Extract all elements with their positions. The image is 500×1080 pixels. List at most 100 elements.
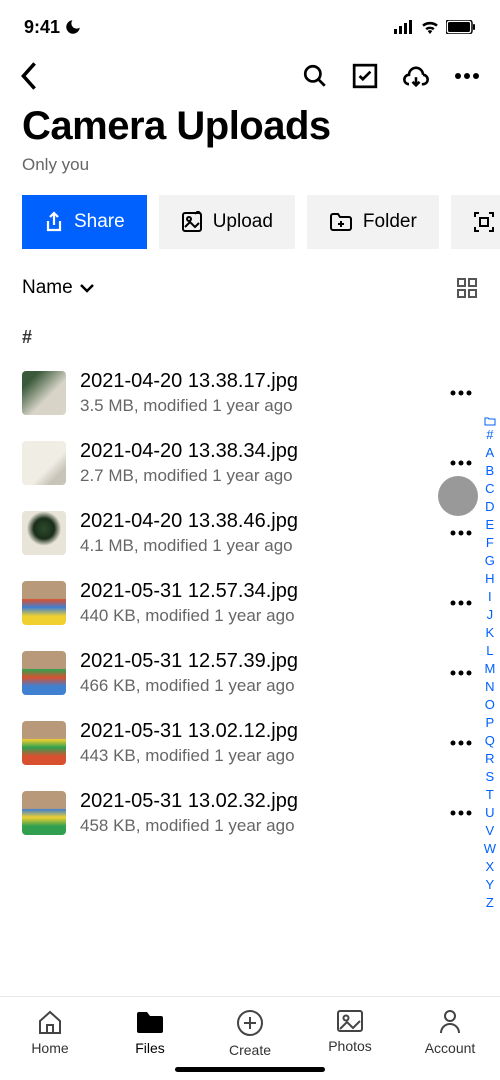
file-row[interactable]: 2021-04-20 13.38.46.jpg 4.1 MB, modified… [0, 498, 500, 568]
back-button[interactable] [20, 62, 38, 90]
view-toggle-button[interactable] [456, 277, 478, 299]
chevron-down-icon [79, 283, 95, 293]
download-button[interactable] [402, 63, 430, 89]
alpha-letter: L [486, 642, 493, 660]
file-meta: 3.5 MB, modified 1 year ago [80, 396, 430, 416]
file-row[interactable]: 2021-05-31 13.02.32.jpg 458 KB, modified… [0, 778, 500, 848]
alpha-letter: X [486, 858, 495, 876]
file-more-button[interactable] [444, 664, 478, 682]
file-row[interactable]: 2021-04-20 13.38.34.jpg 2.7 MB, modified… [0, 428, 500, 498]
dots-icon [450, 740, 472, 746]
select-button[interactable] [352, 63, 378, 89]
folder-mini-icon [484, 416, 496, 426]
file-row[interactable]: 2021-04-20 13.38.17.jpg 3.5 MB, modified… [0, 358, 500, 428]
more-button[interactable] [454, 72, 480, 80]
file-more-button[interactable] [444, 804, 478, 822]
file-meta: 443 KB, modified 1 year ago [80, 746, 430, 766]
alpha-letter: # [486, 426, 493, 444]
file-info: 2021-04-20 13.38.46.jpg 4.1 MB, modified… [80, 510, 430, 556]
file-more-button[interactable] [444, 454, 478, 472]
index-scroll-cursor[interactable] [438, 476, 478, 516]
share-icon [44, 211, 64, 233]
file-info: 2021-05-31 12.57.39.jpg 466 KB, modified… [80, 650, 430, 696]
alpha-index[interactable]: # A B C D E F G H I J K L M N O P Q R S … [484, 416, 496, 912]
sort-button[interactable]: Name [22, 277, 95, 299]
alpha-letter: Z [486, 894, 494, 912]
alpha-letter: S [486, 768, 495, 786]
dots-icon [454, 72, 480, 80]
file-thumbnail [22, 651, 66, 695]
file-meta: 2.7 MB, modified 1 year ago [80, 466, 430, 486]
wifi-icon [420, 20, 440, 34]
file-more-button[interactable] [444, 524, 478, 542]
battery-icon [446, 20, 476, 34]
file-more-button[interactable] [444, 594, 478, 612]
file-more-button[interactable] [444, 734, 478, 752]
alpha-letter: J [487, 606, 494, 624]
file-name: 2021-05-31 12.57.34.jpg [80, 580, 430, 603]
folder-label: Folder [363, 211, 417, 233]
file-name: 2021-04-20 13.38.34.jpg [80, 440, 430, 463]
tab-home[interactable]: Home [0, 997, 100, 1080]
folder-button[interactable]: Folder [307, 195, 439, 249]
sort-row: Name [0, 265, 500, 317]
upload-icon [181, 211, 203, 233]
dots-icon [450, 670, 472, 676]
nav-bar [0, 54, 500, 104]
file-info: 2021-05-31 13.02.12.jpg 443 KB, modified… [80, 720, 430, 766]
action-row: Share Upload Folder S [0, 195, 500, 265]
alpha-letter: W [484, 840, 496, 858]
file-thumbnail [22, 791, 66, 835]
time-text: 9:41 [24, 17, 60, 38]
home-indicator[interactable] [175, 1067, 325, 1072]
alpha-letter: P [486, 714, 495, 732]
file-info: 2021-05-31 13.02.32.jpg 458 KB, modified… [80, 790, 430, 836]
tab-account[interactable]: Account [400, 997, 500, 1080]
search-button[interactable] [302, 63, 328, 89]
file-row[interactable]: 2021-05-31 12.57.39.jpg 466 KB, modified… [0, 638, 500, 708]
alpha-letter: H [485, 570, 494, 588]
share-button[interactable]: Share [22, 195, 147, 249]
upload-button[interactable]: Upload [159, 195, 295, 249]
file-meta: 4.1 MB, modified 1 year ago [80, 536, 430, 556]
more-action-button[interactable]: S [451, 195, 500, 249]
alpha-letter: Y [486, 876, 495, 894]
dots-icon [450, 810, 472, 816]
status-icons [394, 20, 476, 34]
person-icon [438, 1009, 462, 1035]
moon-icon [64, 18, 82, 36]
alpha-letter: I [488, 588, 492, 606]
home-icon [36, 1009, 64, 1035]
chevron-left-icon [20, 62, 38, 90]
file-row[interactable]: 2021-05-31 13.02.12.jpg 443 KB, modified… [0, 708, 500, 778]
file-more-button[interactable] [444, 384, 478, 402]
dots-icon [450, 460, 472, 466]
tab-label: Files [135, 1040, 165, 1056]
alpha-letter: C [485, 480, 494, 498]
image-icon [336, 1009, 364, 1033]
upload-label: Upload [213, 211, 273, 233]
file-meta: 458 KB, modified 1 year ago [80, 816, 430, 836]
file-name: 2021-05-31 13.02.32.jpg [80, 790, 430, 813]
title-section: Camera Uploads Only you [0, 104, 500, 195]
file-info: 2021-04-20 13.38.34.jpg 2.7 MB, modified… [80, 440, 430, 486]
plus-circle-icon [236, 1009, 264, 1037]
file-name: 2021-04-20 13.38.17.jpg [80, 370, 430, 393]
file-meta: 466 KB, modified 1 year ago [80, 676, 430, 696]
alpha-letter: T [486, 786, 494, 804]
page-title: Camera Uploads [22, 104, 478, 149]
dots-icon [450, 600, 472, 606]
file-name: 2021-04-20 13.38.46.jpg [80, 510, 430, 533]
scan-icon [473, 211, 495, 233]
page-subtitle: Only you [22, 155, 478, 175]
alpha-letter: M [484, 660, 495, 678]
alpha-letter: E [486, 516, 495, 534]
file-list: 2021-04-20 13.38.17.jpg 3.5 MB, modified… [0, 358, 500, 848]
grid-icon [456, 277, 478, 299]
folder-plus-icon [329, 212, 353, 232]
alpha-letter: U [485, 804, 494, 822]
folder-icon [135, 1009, 165, 1035]
tab-label: Photos [328, 1038, 372, 1054]
section-header: # [0, 317, 500, 358]
file-row[interactable]: 2021-05-31 12.57.34.jpg 440 KB, modified… [0, 568, 500, 638]
